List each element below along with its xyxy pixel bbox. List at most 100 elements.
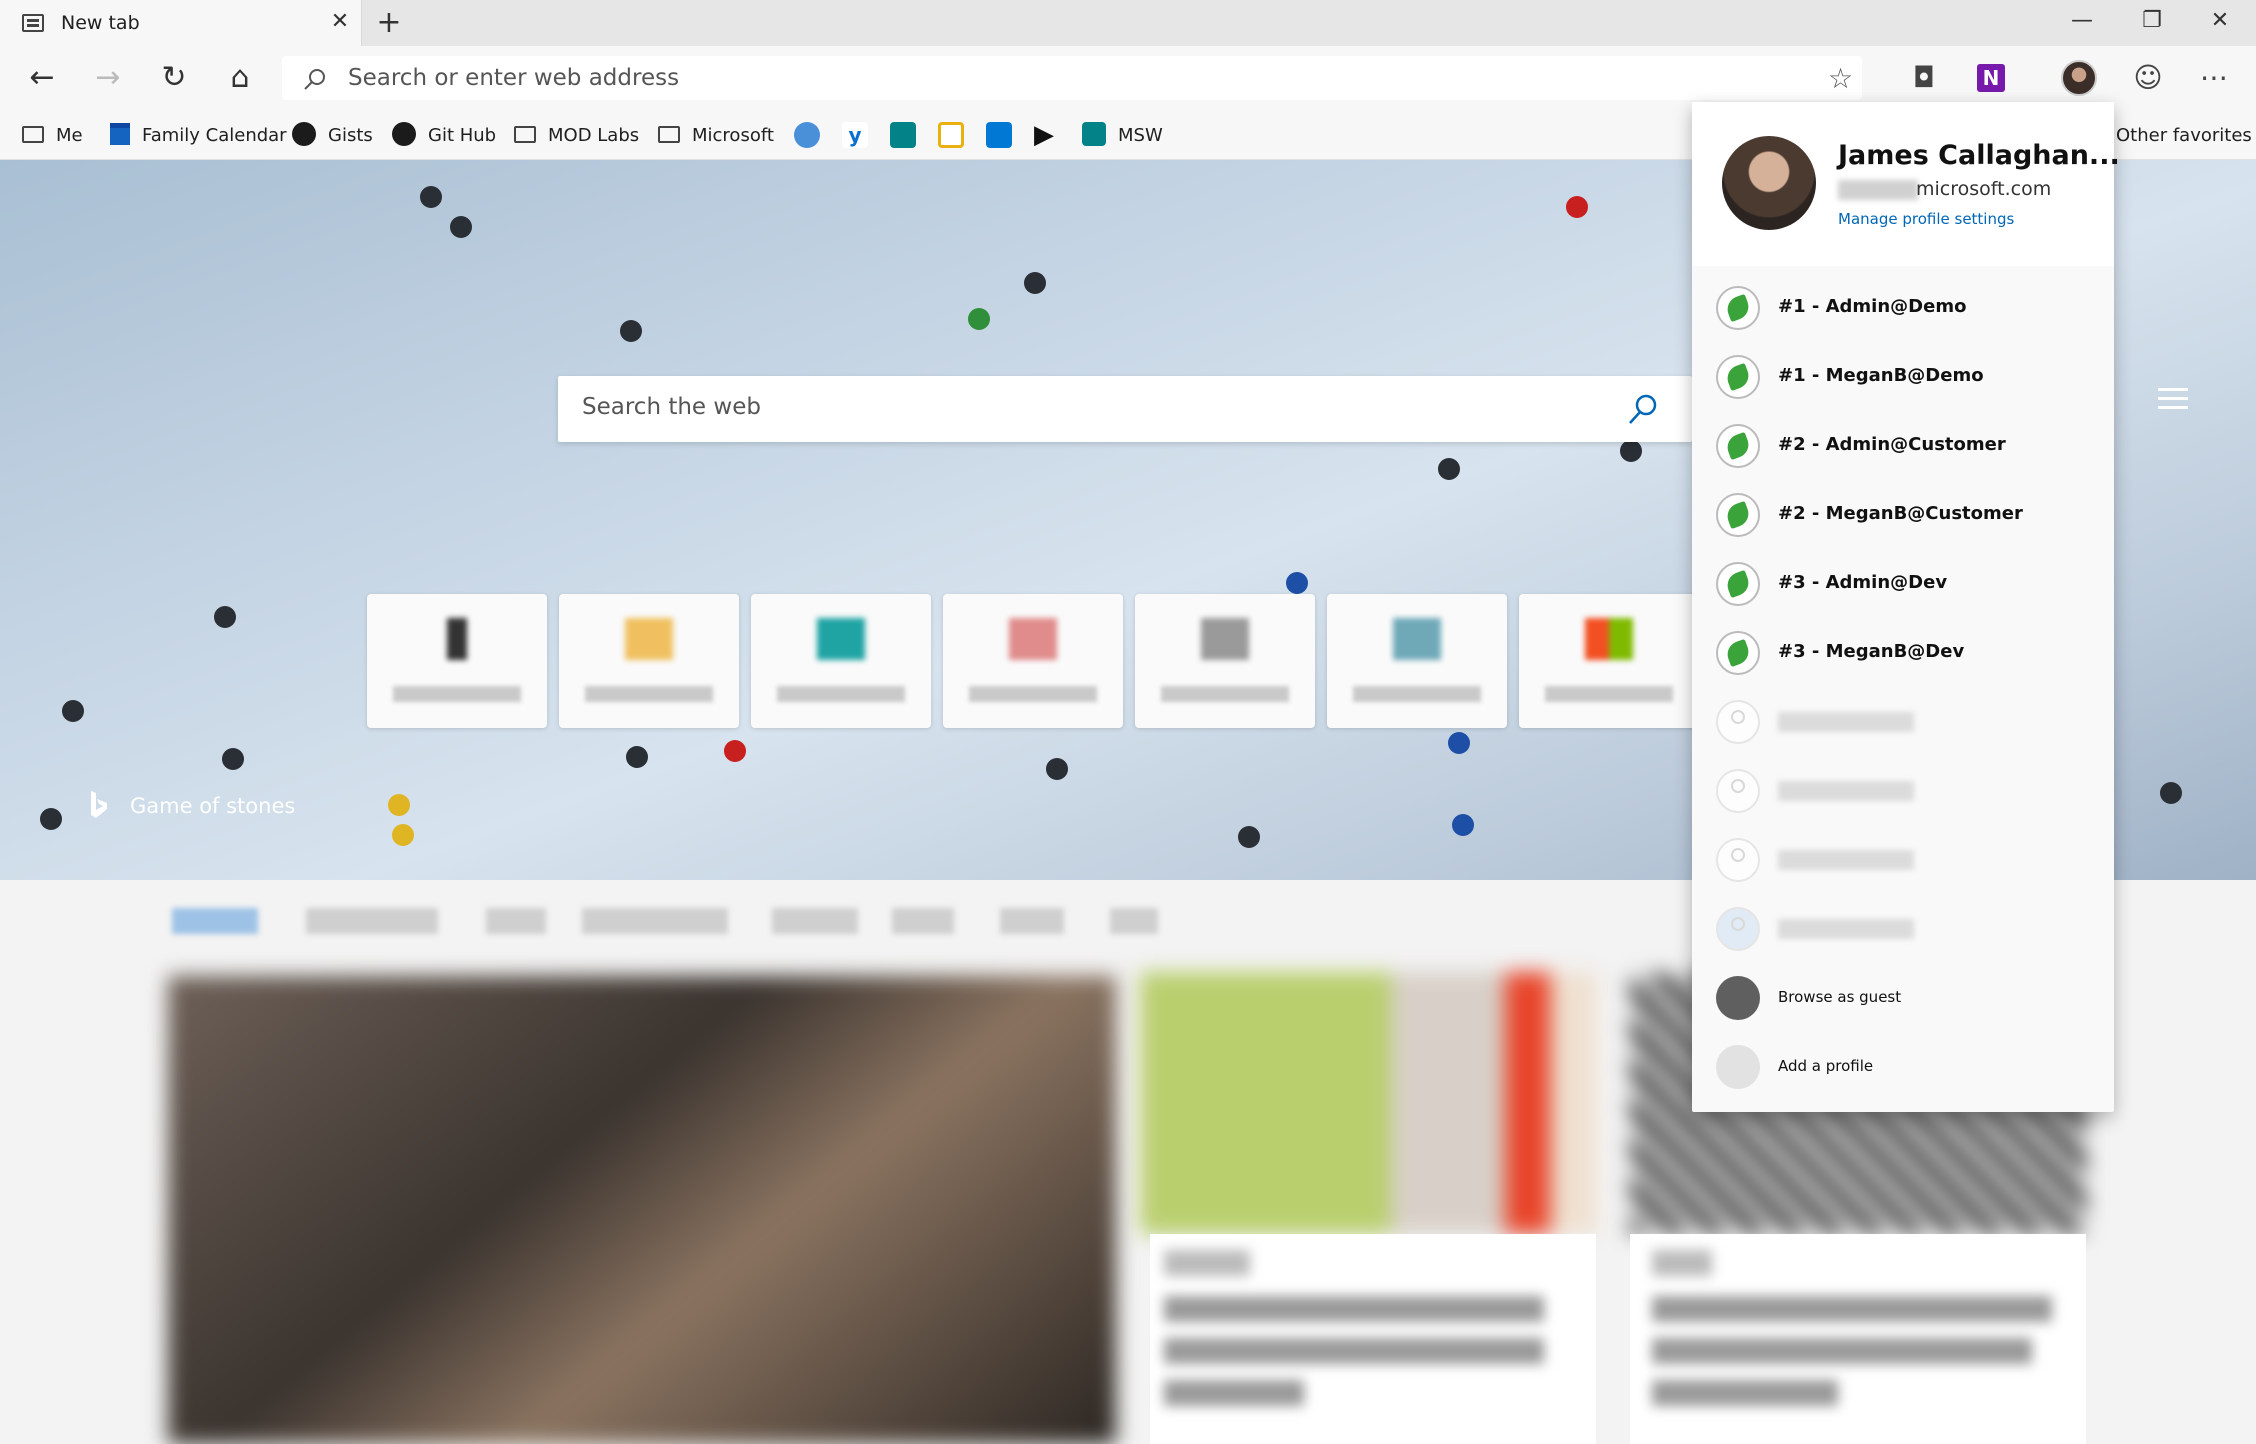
favorite-gists[interactable]: Gists (292, 122, 373, 150)
feed-nav-item-blurred[interactable] (486, 908, 546, 934)
site-icon (817, 618, 865, 660)
browse-as-guest-button[interactable]: Browse as guest (1692, 974, 2114, 1022)
onenote-icon[interactable]: N (1977, 64, 2005, 92)
profile-item[interactable]: #1 - MeganB@Demo (1692, 353, 2114, 401)
feedback-smiley-icon[interactable]: ☺ (2130, 60, 2166, 96)
profile-avatar-button[interactable] (2061, 60, 2097, 96)
minimize-button[interactable]: — (2048, 0, 2116, 46)
site-label-blurred (969, 686, 1097, 702)
news-headline-blurred (1164, 1296, 1544, 1322)
github-icon (292, 122, 316, 146)
profile-email-user-blurred (1838, 180, 1918, 200)
profile-item[interactable]: #2 - MeganB@Customer (1692, 491, 2114, 539)
profile-label-blurred (1778, 919, 1914, 939)
feed-nav-item-blurred[interactable] (1000, 908, 1064, 934)
favorite-me[interactable]: Me (22, 122, 83, 150)
profile-item[interactable]: #3 - MeganB@Dev (1692, 629, 2114, 677)
profile-item[interactable]: #2 - Admin@Customer (1692, 422, 2114, 470)
feed-nav-item-blurred[interactable] (582, 908, 728, 934)
person-figure (1024, 272, 1046, 294)
manage-profile-link[interactable]: Manage profile settings (1838, 210, 2014, 228)
yammer-icon[interactable]: y (842, 122, 868, 148)
play-favicon-icon[interactable]: ▶ (1034, 122, 1060, 148)
news-card-body[interactable] (1630, 1234, 2086, 1444)
home-button[interactable]: ⌂ (218, 56, 262, 100)
top-site-tile[interactable] (559, 594, 739, 728)
favorite-microsoft[interactable]: Microsoft (658, 122, 774, 150)
profile-item[interactable] (1692, 767, 2114, 815)
feed-nav-item-blurred[interactable] (1110, 908, 1158, 934)
microsoft-logo-icon (1585, 618, 1633, 660)
new-tab-button[interactable]: + (372, 6, 406, 40)
window-close-button[interactable]: ✕ (2186, 0, 2254, 46)
news-card-body[interactable] (1150, 1234, 1596, 1444)
back-button[interactable]: ← (20, 56, 64, 100)
top-site-tile[interactable] (1135, 594, 1315, 728)
other-favorites[interactable]: Other favorites (2116, 122, 2252, 150)
favorite-msw[interactable]: MSW (1082, 122, 1163, 150)
news-headline-blurred (1164, 1338, 1544, 1364)
news-headline-blurred (1164, 1380, 1304, 1406)
sharepoint-icon (1082, 122, 1106, 146)
outlook-icon[interactable] (986, 122, 1012, 148)
favorite-label: Microsoft (692, 125, 774, 146)
favorite-git-hub[interactable]: Git Hub (392, 122, 496, 150)
tab-title: New tab (61, 12, 140, 34)
refresh-button[interactable]: ↻ (152, 56, 196, 100)
profile-item[interactable]: #1 - Admin@Demo (1692, 284, 2114, 332)
top-site-tile[interactable] (1327, 594, 1507, 728)
restore-button[interactable]: ❐ (2118, 0, 2186, 46)
top-site-tile[interactable] (367, 594, 547, 728)
top-site-tile[interactable] (751, 594, 931, 728)
profile-item[interactable] (1692, 698, 2114, 746)
favorite-mod-labs[interactable]: MOD Labs (514, 122, 639, 150)
person-figure (420, 186, 442, 208)
address-bar[interactable]: Search or enter web address ☆ (282, 56, 1862, 100)
globe-favicon-icon[interactable] (794, 122, 820, 148)
default-avatar-icon (1716, 700, 1760, 744)
add-profile-button[interactable]: Add a profile (1692, 1043, 2114, 1091)
sharepoint-icon[interactable] (890, 122, 916, 148)
tab-new-tab[interactable]: New tab ✕ (0, 0, 362, 46)
folder-icon (658, 126, 680, 143)
feed-nav-item-blurred[interactable] (772, 908, 858, 934)
news-card-image[interactable] (1140, 972, 1596, 1234)
news-card-large-image[interactable] (168, 976, 1116, 1444)
page-settings-menu-icon[interactable] (2158, 388, 2188, 410)
profile-item[interactable]: #3 - Admin@Dev (1692, 560, 2114, 608)
folder-icon (22, 126, 44, 143)
site-label-blurred (393, 686, 521, 702)
site-icon (625, 618, 673, 660)
profile-label: #2 - Admin@Customer (1778, 434, 2006, 455)
web-search-box[interactable]: Search the web (558, 376, 1692, 442)
site-label-blurred (777, 686, 905, 702)
profile-item[interactable] (1692, 905, 2114, 953)
close-tab-icon[interactable]: ✕ (328, 10, 352, 34)
search-icon[interactable] (1626, 392, 1660, 426)
settings-more-icon[interactable]: ⋯ (2196, 60, 2232, 96)
c-favicon-icon[interactable] (938, 122, 964, 148)
feed-nav-item-blurred[interactable] (892, 908, 954, 934)
person-figure (62, 700, 84, 722)
person-figure (40, 808, 62, 830)
person-figure (626, 746, 648, 768)
add-person-icon (1716, 1045, 1760, 1089)
favorite-label: Git Hub (428, 125, 497, 146)
feed-nav-item-blurred[interactable] (172, 908, 258, 934)
favorite-family-calendar[interactable]: Family Calendar (110, 122, 287, 150)
top-site-tile[interactable] (943, 594, 1123, 728)
leaf-avatar-icon (1716, 424, 1760, 468)
feed-nav-item-blurred[interactable] (306, 908, 438, 934)
site-label-blurred (1353, 686, 1481, 702)
image-caption[interactable]: Game of stones (130, 794, 295, 818)
favorite-label: Family Calendar (142, 125, 287, 146)
profile-header: James Callaghan... microsoft.com Manage … (1692, 102, 2120, 266)
add-profile-label: Add a profile (1778, 1057, 1874, 1075)
pocket-icon[interactable]: ◘ (1906, 60, 1942, 96)
favorite-star-icon[interactable]: ☆ (1828, 62, 1853, 95)
profile-item[interactable] (1692, 836, 2114, 884)
top-site-tile[interactable] (1519, 594, 1699, 728)
forward-button[interactable]: → (86, 56, 130, 100)
person-figure (222, 748, 244, 770)
news-source-blurred (1652, 1250, 1712, 1276)
